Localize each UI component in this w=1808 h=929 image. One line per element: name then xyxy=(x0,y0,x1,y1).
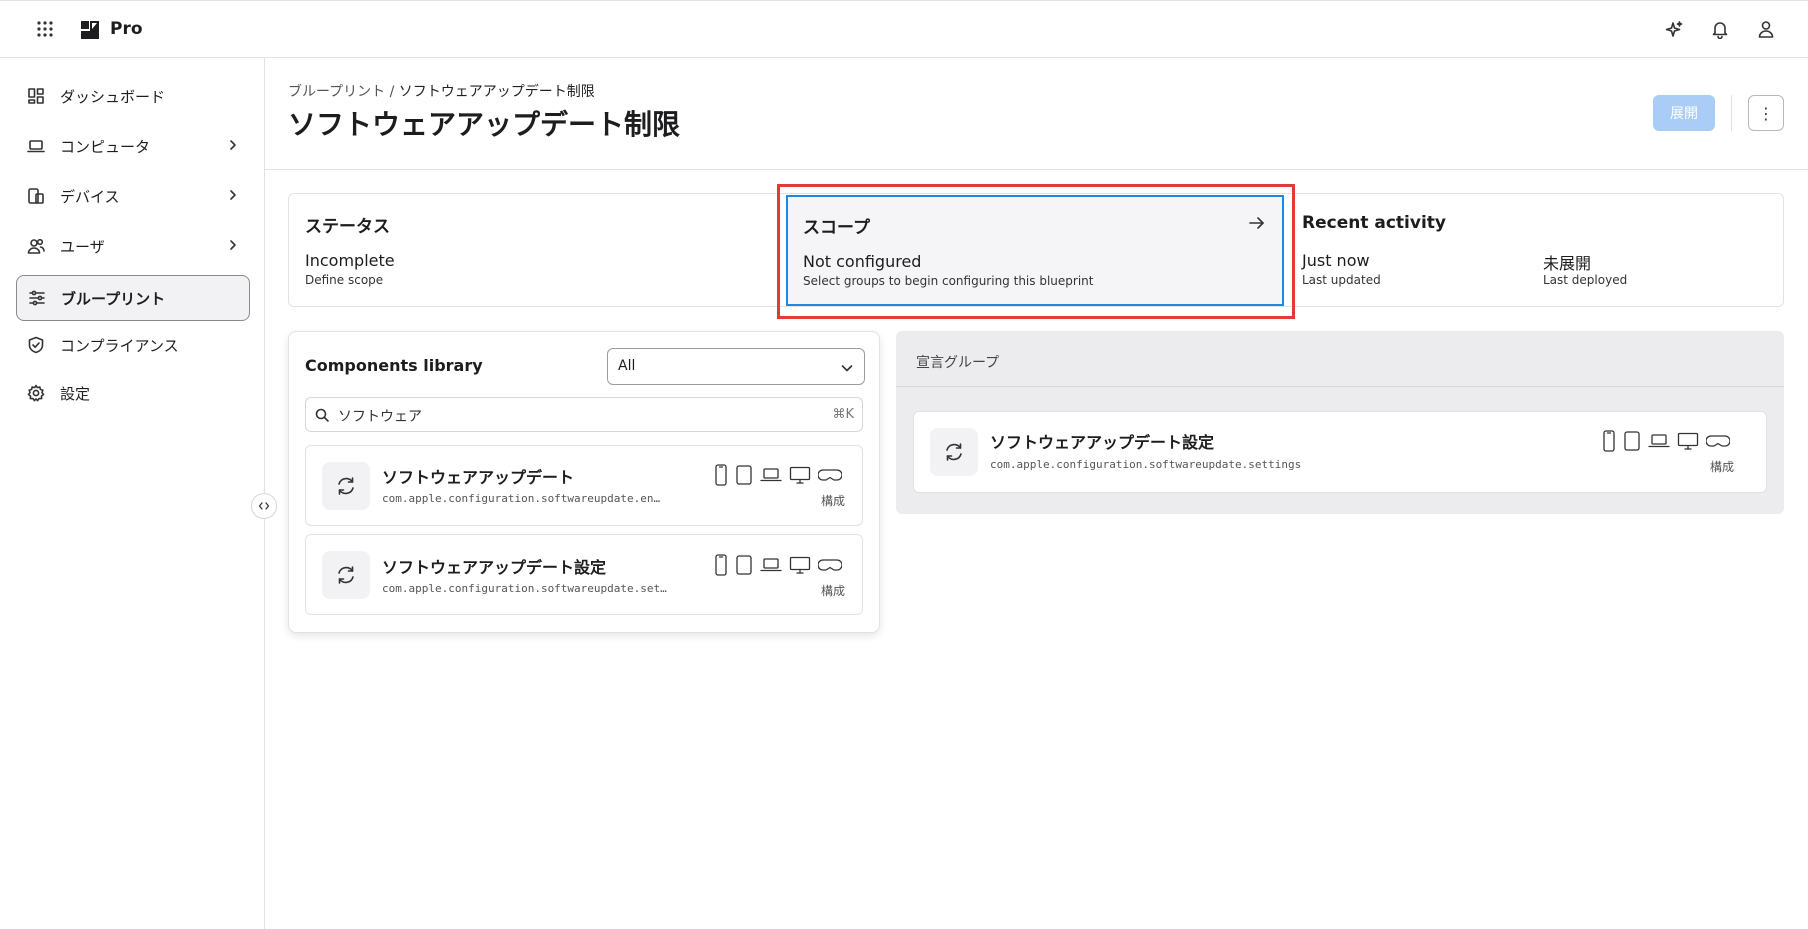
iphone-icon xyxy=(715,554,727,576)
laptop-icon xyxy=(27,140,45,153)
breadcrumb-current: ソフトウェアアップデート制限 xyxy=(398,84,595,100)
last-updated-value: Just now xyxy=(1302,251,1370,270)
search-value: ソフトウェア xyxy=(338,409,422,425)
users-icon xyxy=(27,238,45,254)
supported-platforms xyxy=(714,464,842,486)
iphone-icon xyxy=(1603,430,1615,452)
component-item[interactable]: ソフトウェアアップデート設定 com.apple.configuration.s… xyxy=(305,534,863,615)
sidebar-item-devices[interactable]: デバイス xyxy=(16,173,250,219)
component-type-tag: 構成 xyxy=(821,584,846,598)
breadcrumb-separator: / xyxy=(385,84,399,100)
iphone-icon xyxy=(715,464,727,486)
breadcrumb: ブループリント / ソフトウェアアップデート制限 xyxy=(288,81,595,101)
top-bar: Pro xyxy=(0,0,1808,58)
supported-platforms xyxy=(714,554,842,576)
breadcrumb-parent[interactable]: ブループリント xyxy=(288,84,385,100)
activity-title: Recent activity xyxy=(1302,213,1446,233)
sliders-icon xyxy=(29,290,45,306)
last-deployed-value: 未展開 xyxy=(1543,254,1592,273)
chevron-right-icon xyxy=(230,240,236,250)
macbook-icon xyxy=(760,468,782,482)
imac-icon xyxy=(789,466,811,484)
page-title: ソフトウェアアップデート制限 xyxy=(288,108,681,141)
vision-pro-icon xyxy=(1706,435,1730,447)
sidebar-item-computers[interactable]: コンピュータ xyxy=(16,123,250,169)
declaration-item[interactable]: ソフトウェアアップデート設定 com.apple.configuration.s… xyxy=(913,411,1767,493)
chevron-right-icon xyxy=(230,140,236,150)
declaration-identifier: com.apple.configuration.softwareupdate.s… xyxy=(990,458,1302,471)
supported-platforms xyxy=(1602,430,1730,452)
last-deployed-label: Last deployed xyxy=(1543,273,1628,287)
component-identifier: com.apple.configuration.softwareupdate.s… xyxy=(382,582,672,595)
sidebar-item-dashboard[interactable]: ダッシュボード xyxy=(16,73,250,119)
sync-icon xyxy=(322,462,370,510)
ipad-icon xyxy=(736,465,752,485)
focus-highlight xyxy=(777,184,1295,319)
component-name: ソフトウェアアップデート xyxy=(382,468,575,487)
ipad-icon xyxy=(1624,431,1640,451)
gear-icon xyxy=(27,384,45,402)
component-name: ソフトウェアアップデート設定 xyxy=(382,558,607,577)
header-divider-line xyxy=(265,169,1808,170)
sidebar-item-blueprints[interactable]: ブループリント xyxy=(16,275,250,321)
status-title: ステータス xyxy=(305,217,390,237)
app-grid-icon[interactable] xyxy=(36,20,54,38)
shield-check-icon xyxy=(28,336,44,354)
last-updated-label: Last updated xyxy=(1302,273,1381,287)
sidebar: ダッシュボード コンピュータ デバイス ユーザ ブループリント コンプライアンス… xyxy=(0,58,265,929)
component-type-tag: 構成 xyxy=(821,494,846,508)
sidebar-collapse-button[interactable] xyxy=(251,493,277,519)
declaration-name: ソフトウェアアップデート設定 xyxy=(990,433,1215,452)
components-library-title: Components library xyxy=(305,356,483,375)
devices-icon xyxy=(28,188,44,204)
imac-icon xyxy=(789,556,811,574)
filter-selected-value: All xyxy=(618,358,636,374)
status-value: Incomplete xyxy=(305,251,395,270)
sidebar-item-settings[interactable]: 設定 xyxy=(16,370,250,416)
sidebar-item-label: ダッシュボード xyxy=(60,87,166,106)
code-brackets-icon xyxy=(258,502,270,510)
brand-logo-icon[interactable] xyxy=(79,19,101,41)
chevron-down-icon xyxy=(841,365,853,372)
component-identifier: com.apple.configuration.softwareupdate.e… xyxy=(382,492,662,505)
sidebar-item-users[interactable]: ユーザ xyxy=(16,223,250,269)
search-icon xyxy=(315,408,329,422)
declaration-type-tag: 構成 xyxy=(1710,460,1735,474)
ipad-icon xyxy=(736,555,752,575)
vision-pro-icon xyxy=(818,559,842,571)
sync-icon xyxy=(322,551,370,599)
deploy-button[interactable]: 展開 xyxy=(1653,95,1715,131)
macbook-icon xyxy=(1648,434,1670,448)
sidebar-item-label: コンプライアンス xyxy=(60,336,179,355)
dashboard-icon xyxy=(28,88,44,104)
sidebar-item-label: ユーザ xyxy=(60,237,105,256)
sidebar-item-label: デバイス xyxy=(60,187,120,206)
brand-name: Pro xyxy=(110,19,143,39)
status-subtext: Define scope xyxy=(305,273,384,287)
sidebar-item-label: コンピュータ xyxy=(60,137,151,156)
more-options-button[interactable]: ⋮ xyxy=(1748,95,1784,131)
chevron-right-icon xyxy=(230,190,236,200)
component-item[interactable]: ソフトウェアアップデート com.apple.configuration.sof… xyxy=(305,445,863,526)
component-search-input[interactable]: ソフトウェア ⌘K xyxy=(305,397,863,432)
sidebar-item-compliance[interactable]: コンプライアンス xyxy=(16,322,250,368)
declaration-group-divider xyxy=(896,386,1784,387)
search-shortcut-hint: ⌘K xyxy=(832,407,854,422)
sidebar-item-label: 設定 xyxy=(60,384,91,403)
imac-icon xyxy=(1677,432,1699,450)
user-profile-icon[interactable] xyxy=(1756,19,1776,39)
ai-sparkle-icon[interactable] xyxy=(1664,20,1684,40)
vision-pro-icon xyxy=(818,469,842,481)
sidebar-item-label: ブループリント xyxy=(61,289,166,308)
macbook-icon xyxy=(760,558,782,572)
declaration-group-title: 宣言グループ xyxy=(916,355,1000,371)
header-divider xyxy=(1731,95,1732,131)
component-filter-select[interactable]: All xyxy=(607,348,865,385)
bell-icon[interactable] xyxy=(1710,19,1730,39)
more-vertical-icon: ⋮ xyxy=(1758,103,1774,123)
sync-icon xyxy=(930,428,978,476)
